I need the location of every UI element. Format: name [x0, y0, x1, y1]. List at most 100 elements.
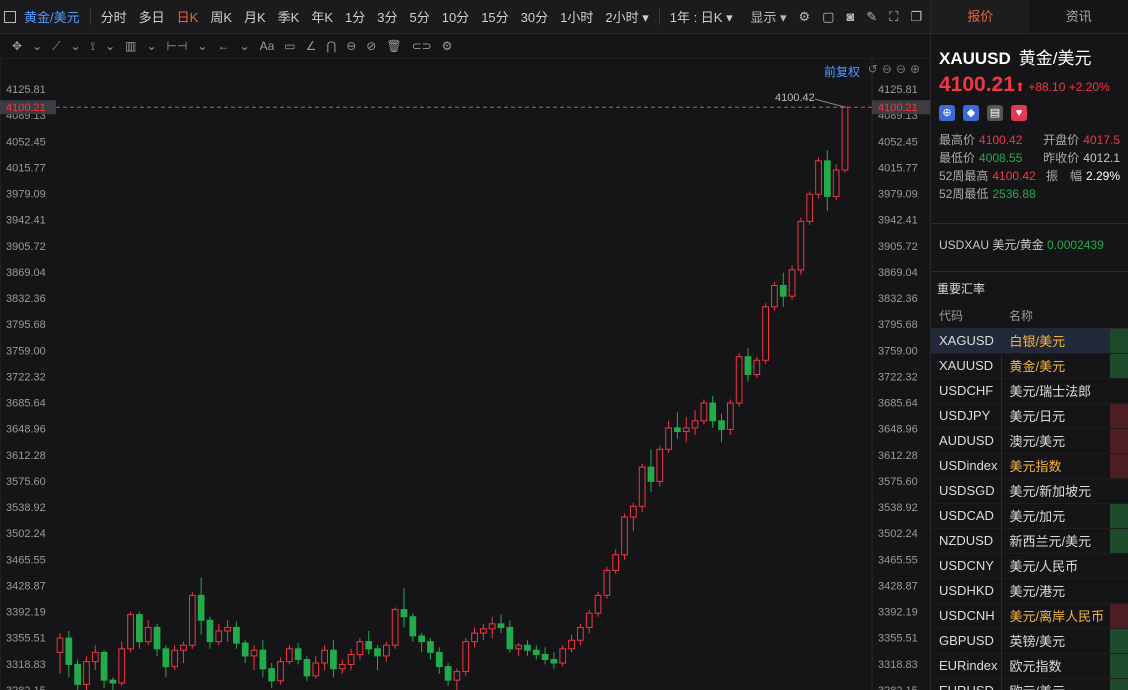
camera-icon[interactable]: ◙ — [846, 9, 854, 24]
range-selector[interactable]: 1年 : 日K ▾ — [664, 7, 739, 26]
draw-tool-icon[interactable]: ⊂⊃ — [412, 39, 432, 53]
fullscreen-icon[interactable]: ⛶ — [889, 9, 898, 25]
draw-tool-icon[interactable]: ⌄ — [197, 39, 207, 53]
price-tick-left: 4052.45 — [6, 136, 46, 148]
draw-tool-icon[interactable]: ▭ — [284, 39, 295, 53]
tab-timeframe[interactable]: 月K — [238, 7, 272, 26]
rate-row[interactable]: USDCHF 美元/瑞士法郎 — [931, 378, 1128, 404]
candle-body — [841, 106, 849, 171]
rate-row[interactable]: USDindex 美元指数 — [931, 453, 1128, 479]
candle-body — [453, 671, 461, 681]
price-tick-left: 4125.81 — [6, 84, 46, 96]
kline-svg[interactable]: 4125.81 4125.814089.13 4089.134052.45 4052.… — [0, 58, 930, 690]
price-tick-left: 3979.09 — [6, 189, 46, 201]
draw-tool-icon[interactable]: ⊢⊣ — [167, 39, 188, 53]
tab-timeframe[interactable]: 1小时 — [554, 7, 599, 26]
draw-tool-icon[interactable]: ⟟ — [91, 39, 95, 54]
tag-icon[interactable]: ◆ — [963, 105, 979, 121]
tab-timeframe[interactable]: 2小时 ▾ — [599, 7, 654, 26]
draw-tool-icon[interactable]: ← — [218, 39, 230, 53]
candle-body — [427, 641, 434, 653]
draw-tool-icon[interactable]: ⚙ — [442, 39, 453, 53]
tab-timeframe[interactable]: 年K — [305, 7, 339, 26]
price-tick-left: 3905.72 — [6, 241, 46, 253]
rate-row[interactable]: EURUSD欧元/美元 — [931, 678, 1128, 690]
heart-icon[interactable]: ♥ — [1011, 105, 1027, 121]
tab-timeframe[interactable]: 30分 — [515, 7, 554, 26]
rate-name: 美元/日元 — [1001, 403, 1110, 429]
rate-row[interactable]: USDJPY 美元/日元 — [931, 403, 1128, 429]
draw-tool-icon[interactable]: ⌄ — [71, 39, 81, 53]
candle-body — [771, 284, 778, 308]
tab-timeframe[interactable]: 周K — [204, 7, 238, 26]
tab-quote[interactable]: 报价 — [931, 0, 1030, 33]
panel-toggle-icon[interactable] — [4, 10, 16, 23]
rate-code: XAUUSD — [931, 353, 1002, 379]
draw-tool-icon[interactable]: ⌄ — [32, 39, 42, 53]
draw-tool-icon[interactable]: 🗑 — [386, 39, 401, 53]
tab-timeframe[interactable]: 5分 — [403, 7, 435, 26]
usdxau-name: 美元/黄金 — [992, 238, 1044, 252]
tab-timeframe[interactable]: 15分 — [475, 7, 514, 26]
price-tick-left: 3832.36 — [6, 293, 46, 305]
draw-tool-icon[interactable]: ⟋ — [52, 39, 60, 54]
globe-icon[interactable]: ⊕ — [939, 105, 955, 121]
rate-row[interactable]: USDCAD 美元/加元 — [931, 503, 1128, 529]
candle-body — [321, 649, 328, 664]
rate-code: EURUSD — [931, 678, 1002, 690]
draw-tool-icon[interactable]: ⌄ — [105, 39, 115, 53]
rate-row[interactable]: USDHKD 美元/港元 — [931, 578, 1128, 604]
restore-icon[interactable]: ❐ — [910, 9, 922, 25]
rate-change-cell — [1110, 503, 1128, 529]
zoom-controls[interactable]: ↺⊖⊖⊕ — [868, 62, 924, 76]
candle-body — [294, 648, 302, 660]
draw-tool-icon[interactable]: ⌄ — [146, 39, 156, 53]
rate-row[interactable]: XAGUSD 白银/美元 — [931, 328, 1128, 354]
price-tick-right: 3392.19 — [878, 607, 918, 619]
tab-timeframe[interactable]: 10分 — [436, 7, 475, 26]
draw-tool-icon[interactable]: ⊖ — [346, 39, 356, 53]
draw-tool-icon[interactable]: ⊘ — [366, 39, 376, 53]
tab-timeframe[interactable]: 1分 — [339, 7, 371, 26]
kline-chart[interactable]: 4125.81 4125.81 4089.13 4089.13 4052.45 4052.… — [0, 58, 930, 690]
tab-news[interactable]: 资讯 — [1030, 0, 1128, 33]
col-name-header: 名称 — [1001, 303, 1128, 329]
rate-row[interactable]: USDCNH 美元/离岸人民币 — [931, 603, 1128, 629]
display-menu[interactable]: 显示 ▾ — [750, 7, 786, 26]
usdxau-row[interactable]: USDXAU 美元/黄金 0.0002439 — [931, 223, 1128, 265]
high-marker-line — [814, 98, 846, 108]
candle-body — [197, 594, 205, 621]
candle-body — [356, 641, 364, 655]
pencil-icon[interactable]: ✎ — [866, 9, 877, 25]
draw-tool-icon[interactable]: ∠ — [306, 39, 317, 53]
candle-body — [171, 649, 179, 668]
symbol-selector[interactable]: 黄金/美元 — [0, 0, 86, 33]
draw-tool-icon[interactable]: ✥ — [12, 39, 22, 53]
symbol-label: 黄金/美元 — [24, 10, 80, 25]
tab-timeframe[interactable]: 季K — [272, 7, 306, 26]
rate-row[interactable]: NZDUSD 新西兰元/美元 — [931, 528, 1128, 554]
rate-row[interactable]: AUDUSD 澳元/美元 — [931, 428, 1128, 454]
candle-body — [180, 644, 187, 651]
price-tick-right: 4125.81 — [878, 84, 918, 96]
rate-row[interactable]: USDCNY 美元/人民币 — [931, 553, 1128, 579]
rate-row[interactable]: USDSGD 美元/新加坡元 — [931, 478, 1128, 504]
rate-row[interactable]: EURindex 欧元指数 — [931, 653, 1128, 679]
gear-icon[interactable]: ⚙ — [799, 9, 811, 25]
tab-timeframe[interactable]: 多日 — [133, 7, 171, 26]
square-icon[interactable]: ▢ — [822, 9, 834, 25]
tab-timeframe[interactable]: 分时 — [95, 7, 133, 26]
price-change: +88.10 — [1028, 80, 1066, 94]
draw-tool-icon[interactable]: ⌄ — [240, 39, 250, 53]
draw-tool-icon[interactable]: Aa — [260, 39, 275, 53]
draw-tool-icon[interactable]: ⋂ — [326, 39, 336, 53]
draw-tool-icon[interactable]: ▥ — [125, 39, 136, 53]
candle-body — [621, 516, 628, 556]
note-icon[interactable]: ▤ — [987, 105, 1003, 121]
tab-timeframe[interactable]: 日K — [171, 7, 205, 26]
rate-row[interactable]: GBPUSD 英镑/美元 — [931, 628, 1128, 654]
tab-timeframe[interactable]: 3分 — [371, 7, 403, 26]
rate-change-cell — [1110, 453, 1128, 479]
adjust-selector[interactable]: 前复权 — [824, 63, 860, 80]
rate-row[interactable]: XAUUSD 黄金/美元 — [931, 353, 1128, 379]
